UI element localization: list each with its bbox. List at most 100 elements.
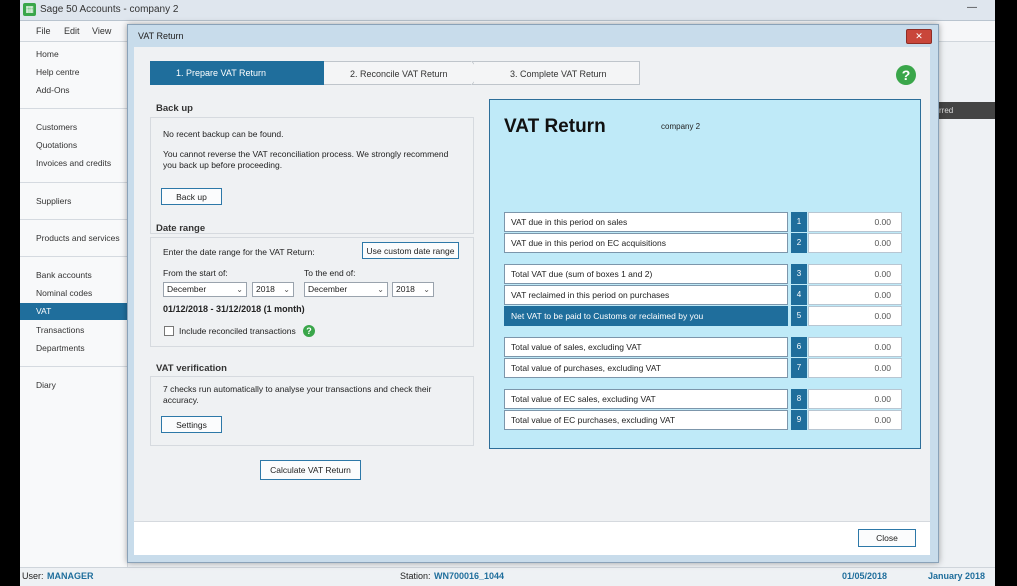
vat-box-9-label: Total value of EC purchases, excluding V… xyxy=(504,410,788,430)
question-circle-icon[interactable]: ? xyxy=(303,325,315,337)
sidebar-item-help-centre[interactable]: Help centre xyxy=(20,64,127,81)
vat-box-1-number: 1 xyxy=(791,212,807,232)
from-year-value: 2018 xyxy=(256,284,275,294)
sidebar-item-suppliers[interactable]: Suppliers xyxy=(20,193,127,210)
sidebar-item-products[interactable]: Products and services xyxy=(20,230,127,247)
settings-button[interactable]: Settings xyxy=(161,416,222,433)
sidebar-item-customers[interactable]: Customers xyxy=(20,119,127,136)
dialog-footer: Close xyxy=(134,521,930,555)
vat-return-dialog: VAT Return ✕ 1. Prepare VAT Return 2. Re… xyxy=(127,24,939,563)
chevron-down-icon: ⌄ xyxy=(283,285,290,294)
menu-file[interactable]: File xyxy=(36,26,51,36)
step-reconcile[interactable]: 2. Reconcile VAT Return xyxy=(324,61,474,85)
to-month-select[interactable]: December ⌄ xyxy=(304,282,388,297)
backup-status-text: No recent backup can be found. xyxy=(163,129,284,139)
step-complete[interactable]: 3. Complete VAT Return xyxy=(474,61,640,85)
status-user-label: User: xyxy=(22,571,44,581)
from-month-value: December xyxy=(167,284,207,294)
status-station-value: WN700016_1044 xyxy=(434,571,505,581)
vat-box-2-label: VAT due in this period on EC acquisition… xyxy=(504,233,788,253)
vat-box-7-value[interactable]: 0.00 xyxy=(808,358,902,378)
backup-button[interactable]: Back up xyxy=(161,188,222,205)
status-date: 01/05/2018 xyxy=(842,571,888,581)
date-range-summary: 01/12/2018 - 31/12/2018 (1 month) xyxy=(163,304,305,314)
menu-view[interactable]: View xyxy=(92,26,111,36)
calculate-vat-return-button[interactable]: Calculate VAT Return xyxy=(260,460,361,480)
sidebar-item-nominal-codes[interactable]: Nominal codes xyxy=(20,285,127,302)
vat-box-4-label: VAT reclaimed in this period on purchase… xyxy=(504,285,788,305)
sage-logo-icon: ▦ xyxy=(23,3,36,16)
chevron-down-icon: ⌄ xyxy=(236,285,243,294)
dialog-body: 1. Prepare VAT Return 2. Reconcile VAT R… xyxy=(134,47,930,521)
vat-return-heading: VAT Return xyxy=(504,116,606,137)
vat-box-3-value[interactable]: 0.00 xyxy=(808,264,902,284)
close-icon[interactable]: ✕ xyxy=(906,29,932,44)
sidebar-divider xyxy=(20,182,127,183)
vat-box-9-number: 9 xyxy=(791,410,807,430)
vat-box-7-number: 7 xyxy=(791,358,807,378)
vat-box-8-number: 8 xyxy=(791,389,807,409)
sidebar-nav: Home Help centre Add-Ons Customers Quota… xyxy=(20,42,128,567)
date-range-prompt: Enter the date range for the VAT Return: xyxy=(163,247,315,257)
minimize-icon[interactable]: — xyxy=(965,3,979,14)
dialog-content: 1. Prepare VAT Return 2. Reconcile VAT R… xyxy=(134,47,930,555)
from-month-select[interactable]: December ⌄ xyxy=(163,282,247,297)
sidebar-divider xyxy=(20,256,127,257)
chevron-down-icon: ⌄ xyxy=(423,285,430,294)
vat-box-7-label: Total value of purchases, excluding VAT xyxy=(504,358,788,378)
app-title: Sage 50 Accounts - company 2 xyxy=(40,4,179,15)
vat-box-4-value[interactable]: 0.00 xyxy=(808,285,902,305)
backup-section-title: Back up xyxy=(156,103,193,114)
app-titlebar: ▦ Sage 50 Accounts - company 2 — xyxy=(20,0,995,21)
verification-section-title: VAT verification xyxy=(156,363,227,374)
date-range-section-title: Date range xyxy=(156,223,206,234)
sidebar-item-bank-accounts[interactable]: Bank accounts xyxy=(20,267,127,284)
backup-section: No recent backup can be found. You canno… xyxy=(150,117,474,234)
vat-box-5-number: 5 xyxy=(791,306,807,326)
sidebar-divider xyxy=(20,108,127,109)
vat-box-2-number: 2 xyxy=(791,233,807,253)
backup-warning-text: You cannot reverse the VAT reconciliatio… xyxy=(163,149,449,170)
vat-box-4-number: 4 xyxy=(791,285,807,305)
verification-section: 7 checks run automatically to analyse yo… xyxy=(150,376,474,446)
status-period: January 2018 xyxy=(928,571,986,581)
sidebar-item-diary[interactable]: Diary xyxy=(20,377,127,394)
to-year-select[interactable]: 2018 ⌄ xyxy=(392,282,434,297)
include-reconciled-checkbox[interactable] xyxy=(164,326,174,336)
step-prepare[interactable]: 1. Prepare VAT Return xyxy=(150,61,328,85)
sidebar-item-invoices[interactable]: Invoices and credits xyxy=(20,155,127,172)
vat-box-3-label: Total VAT due (sum of boxes 1 and 2) xyxy=(504,264,788,284)
close-button[interactable]: Close xyxy=(858,529,916,547)
vat-box-3-number: 3 xyxy=(791,264,807,284)
vat-box-6-value[interactable]: 0.00 xyxy=(808,337,902,357)
chevron-down-icon: ⌄ xyxy=(377,285,384,294)
vat-box-8-label: Total value of EC sales, excluding VAT xyxy=(504,389,788,409)
custom-date-range-button[interactable]: Use custom date range xyxy=(362,242,459,259)
to-label: To the end of: xyxy=(304,268,356,278)
sidebar-divider xyxy=(20,219,127,220)
sidebar-item-home[interactable]: Home xyxy=(20,46,127,63)
sidebar-item-vat[interactable]: VAT xyxy=(20,303,127,320)
status-bar: User: MANAGER Station: WN700016_1044 01/… xyxy=(20,567,995,586)
from-label: From the start of: xyxy=(163,268,228,278)
vat-box-2-value[interactable]: 0.00 xyxy=(808,233,902,253)
include-reconciled-label: Include reconciled transactions xyxy=(179,326,296,336)
step-arrow xyxy=(314,61,324,85)
sidebar-item-add-ons[interactable]: Add-Ons xyxy=(20,82,127,99)
vat-box-5-label: Net VAT to be paid to Customs or reclaim… xyxy=(504,306,788,326)
sidebar-item-quotations[interactable]: Quotations xyxy=(20,137,127,154)
sidebar-item-departments[interactable]: Departments xyxy=(20,340,127,357)
vat-box-8-value[interactable]: 0.00 xyxy=(808,389,902,409)
question-circle-icon[interactable]: ? xyxy=(896,65,916,85)
from-year-select[interactable]: 2018 ⌄ xyxy=(252,282,294,297)
dialog-title: VAT Return xyxy=(138,31,184,41)
vat-box-9-value[interactable]: 0.00 xyxy=(808,410,902,430)
vat-return-panel: VAT Return company 2 VAT due in this per… xyxy=(489,99,921,449)
menu-edit[interactable]: Edit xyxy=(64,26,80,36)
vat-box-1-value[interactable]: 0.00 xyxy=(808,212,902,232)
status-user-value: MANAGER xyxy=(47,571,94,581)
verification-text: 7 checks run automatically to analyse yo… xyxy=(163,384,432,405)
sidebar-item-transactions[interactable]: Transactions xyxy=(20,322,127,339)
to-month-value: December xyxy=(308,284,348,294)
vat-box-5-value[interactable]: 0.00 xyxy=(808,306,902,326)
